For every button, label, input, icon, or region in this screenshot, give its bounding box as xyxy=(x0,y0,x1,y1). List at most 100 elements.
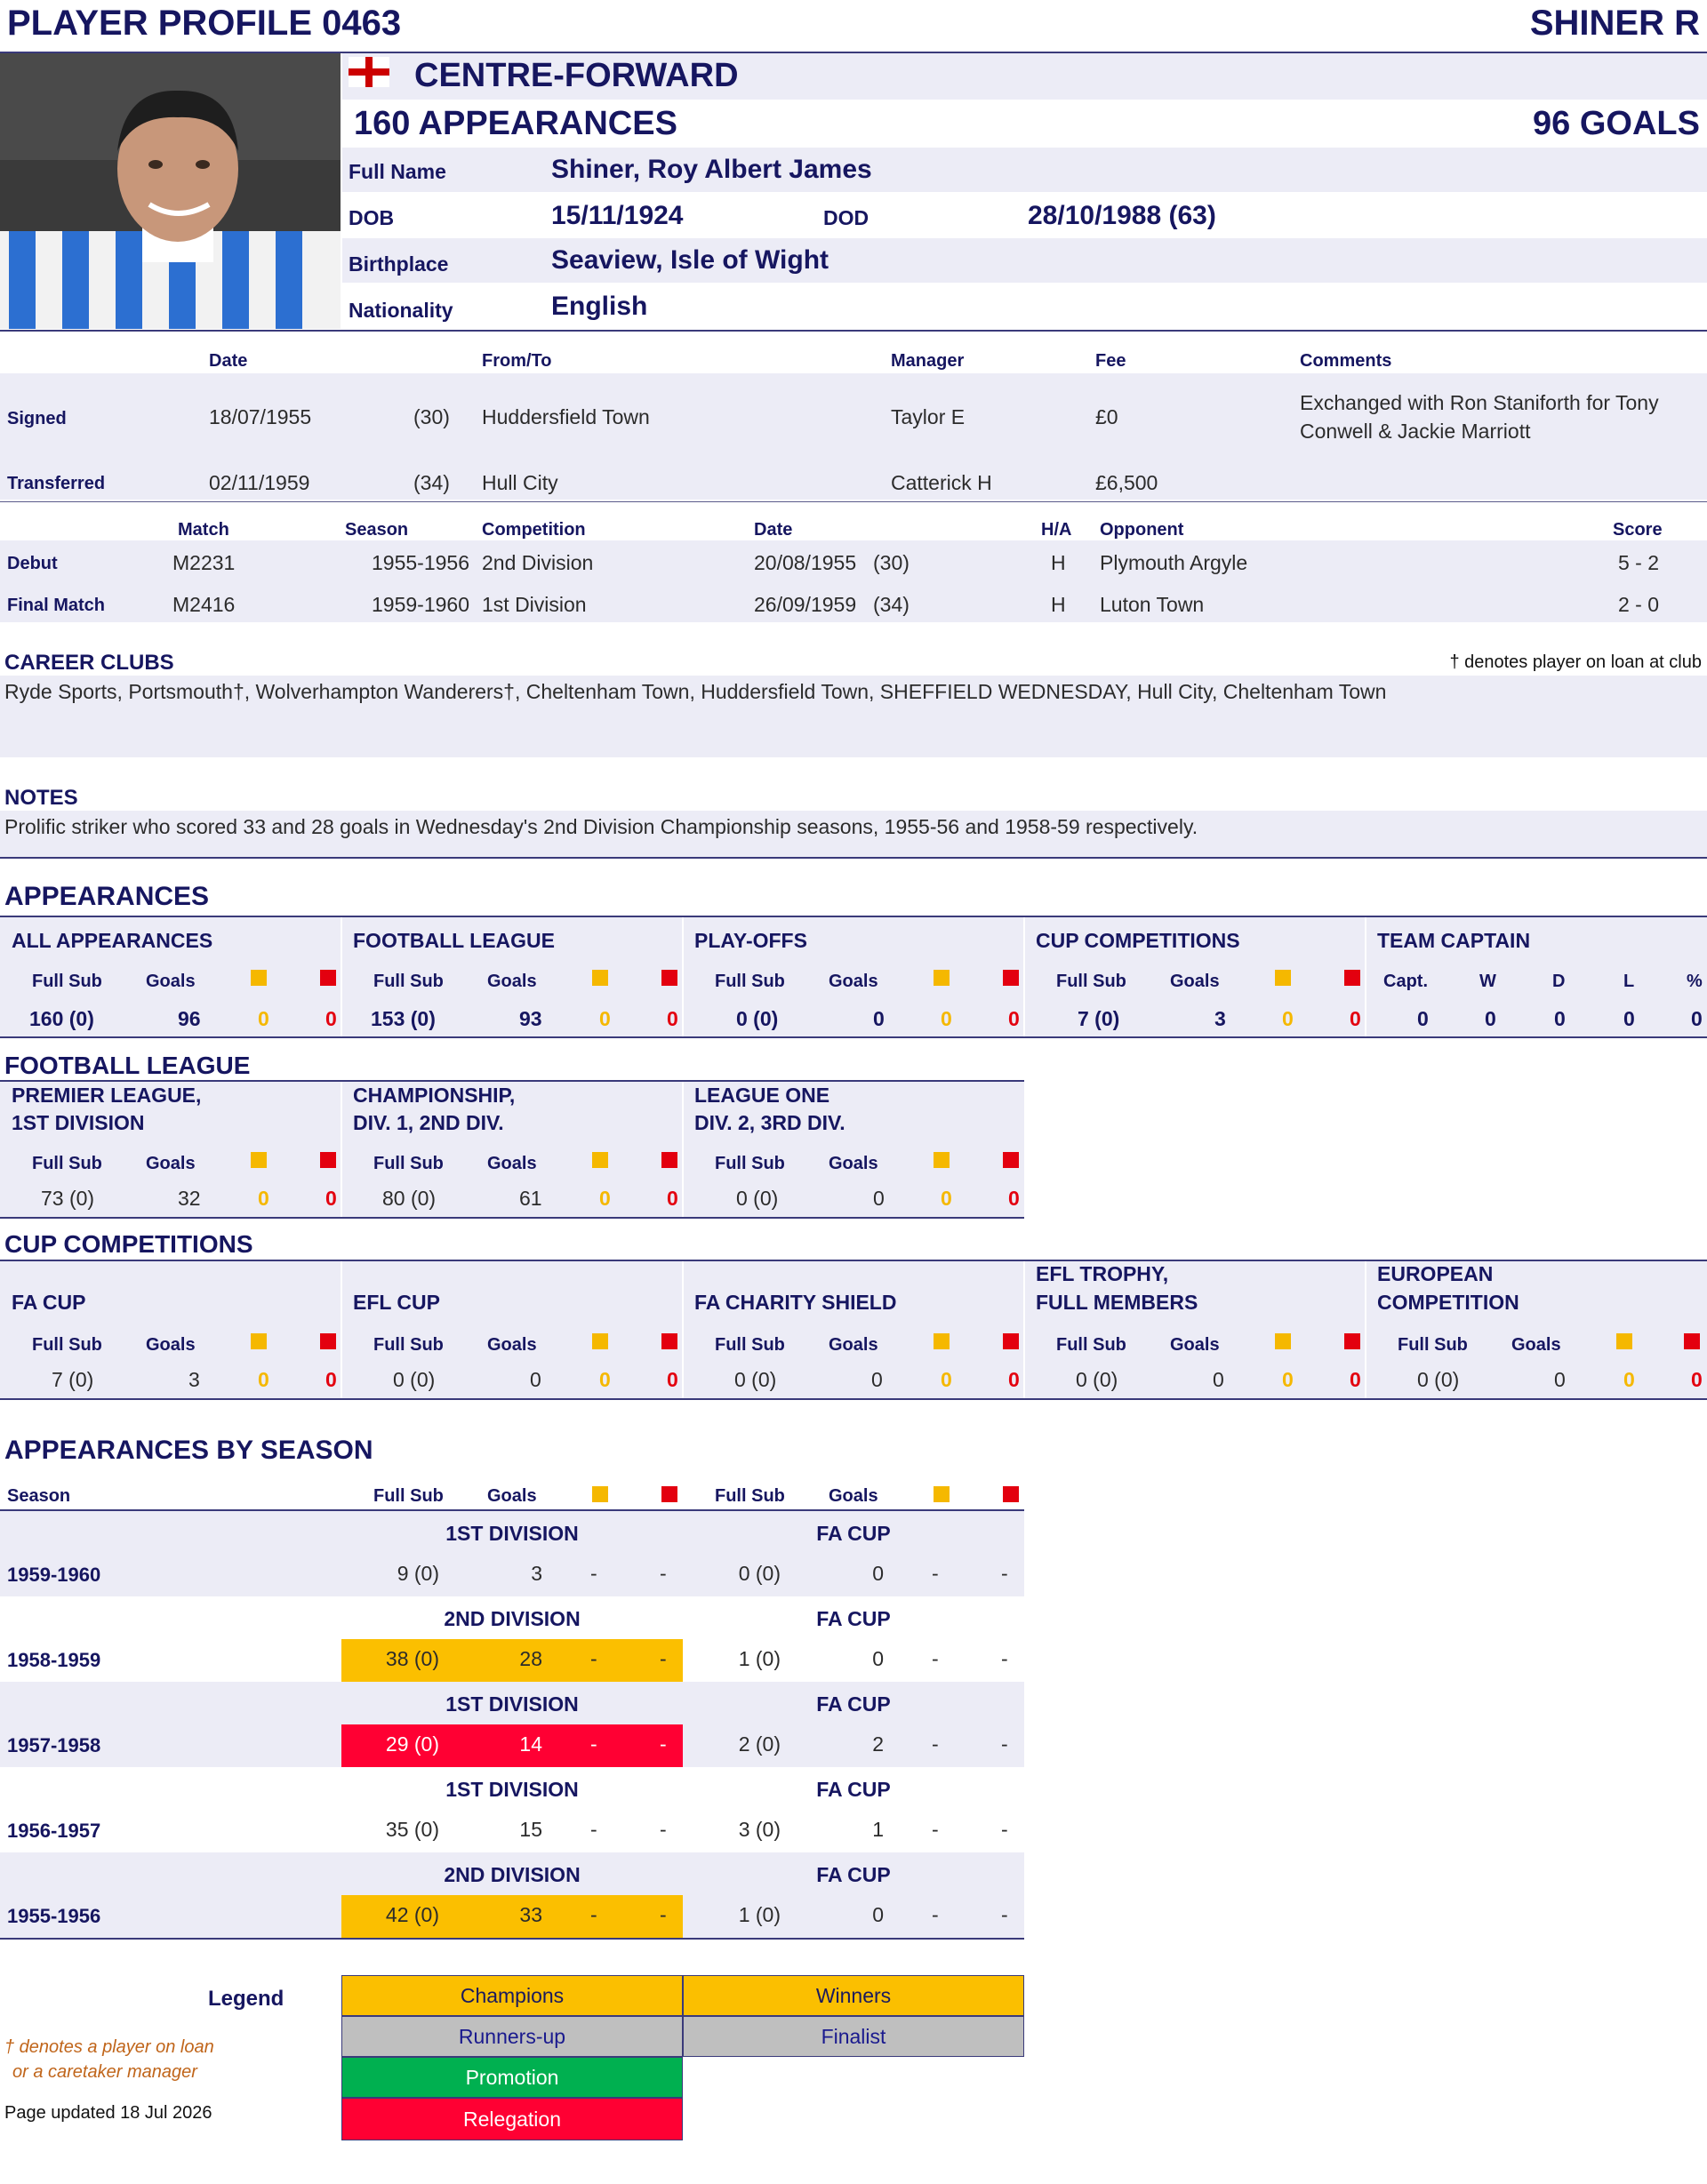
season-league-goals: 28 xyxy=(519,1647,542,1670)
cup-red-value: 0 xyxy=(1350,1007,1361,1030)
season-table-bottom-rule xyxy=(0,1938,1024,1940)
fl-goals-value: 93 xyxy=(519,1007,542,1030)
transfer-out-manager: Catterick H xyxy=(891,471,992,494)
captain-col-w: W xyxy=(1479,972,1496,991)
cup-yellow-value: 0 xyxy=(1282,1007,1294,1030)
legend-loan-note: † denotes a player on loan xyxy=(4,2037,214,2057)
fl-red-value: 0 xyxy=(667,1007,678,1030)
cup-4-goals: 0 xyxy=(1213,1368,1224,1391)
debut-age: (30) xyxy=(873,551,910,574)
season-league-name: 2ND DIVISION xyxy=(444,1607,581,1630)
final-match-label: Final Match xyxy=(7,596,106,615)
cup-4-apps: 0 (0) xyxy=(1076,1368,1118,1391)
player-photo xyxy=(0,53,341,329)
league-3-red: 0 xyxy=(1008,1187,1020,1210)
league-1-goals: 32 xyxy=(178,1187,201,1210)
debut-ha: H xyxy=(1051,551,1066,574)
dob: 15/11/1924 xyxy=(551,201,684,230)
transfer-out-fee: £6,500 xyxy=(1095,471,1158,494)
season-league-name: 1ST DIVISION xyxy=(445,1692,579,1716)
season-col-label: Season xyxy=(7,1486,71,1506)
transfer-signed-manager: Taylor E xyxy=(891,405,966,428)
england-flag-icon xyxy=(349,57,389,87)
season-label: 1955-1956 xyxy=(7,1905,101,1927)
final-competition: 1st Division xyxy=(482,593,587,616)
debut-label: Debut xyxy=(7,554,58,573)
cup-4-yellow: 0 xyxy=(1282,1368,1294,1391)
cup-1-yellow: 0 xyxy=(258,1368,269,1391)
season-league-goals: 15 xyxy=(519,1818,542,1841)
league-section-title: FOOTBALL LEAGUE xyxy=(4,1052,251,1079)
legend-runners-up: Runners-up xyxy=(341,2016,683,2057)
league-1-col-fullsub: Full Sub xyxy=(32,1154,102,1173)
cup-apps-title: CUP COMPETITIONS xyxy=(1036,929,1240,952)
legend-champions: Champions xyxy=(341,1975,683,2016)
all-red-value: 0 xyxy=(325,1007,337,1030)
transfer-header-manager: Manager xyxy=(891,351,965,371)
cup-5-col-goals: Goals xyxy=(1511,1335,1561,1355)
season-league-apps: 29 (0) xyxy=(385,1732,439,1756)
red-card-icon xyxy=(1684,1333,1700,1349)
legend-promotion: Promotion xyxy=(341,2057,683,2098)
legend-title: Legend xyxy=(208,1987,284,2011)
match-header-match: Match xyxy=(178,520,229,540)
match-header-ha: H/A xyxy=(1041,520,1072,540)
league-3-title: LEAGUE ONE xyxy=(694,1084,830,1107)
season-league-yellow: - xyxy=(590,1903,597,1926)
cup-5-col-fullsub: Full Sub xyxy=(1398,1335,1468,1355)
fl-col-fullsub: Full Sub xyxy=(373,972,444,991)
league-2-subtitle: DIV. 1, 2ND DIV. xyxy=(353,1111,504,1134)
po-col-goals: Goals xyxy=(829,972,878,991)
cup-3-yellow: 0 xyxy=(941,1368,952,1391)
red-card-icon xyxy=(661,1152,677,1168)
birthplace-label: Birthplace xyxy=(349,252,449,276)
final-opponent: Luton Town xyxy=(1100,593,1205,616)
final-match-id: M2416 xyxy=(172,593,236,616)
po-yellow-value: 0 xyxy=(941,1007,952,1030)
season-col-league-fullsub: Full Sub xyxy=(373,1486,444,1506)
legend-winners: Winners xyxy=(683,1975,1024,2016)
league-2-col-fullsub: Full Sub xyxy=(373,1154,444,1173)
page-title: PLAYER PROFILE 0463 xyxy=(7,4,402,43)
final-age: (34) xyxy=(873,593,910,616)
red-card-icon xyxy=(1344,970,1360,986)
season-league-goals: 33 xyxy=(519,1903,542,1926)
season-cup-apps: 3 (0) xyxy=(738,1818,781,1841)
appearances-title: APPEARANCES xyxy=(4,882,210,911)
season-league-yellow: - xyxy=(590,1562,597,1585)
cup-1-red: 0 xyxy=(325,1368,337,1391)
red-card-icon xyxy=(661,970,677,986)
season-col-league-goals: Goals xyxy=(487,1486,537,1506)
cup-apps-value: 7 (0) xyxy=(1078,1007,1120,1030)
season-cup-red: - xyxy=(1001,1647,1008,1670)
all-goals-value: 96 xyxy=(178,1007,201,1030)
season-cup-name: FA CUP xyxy=(816,1522,891,1545)
season-cup-red: - xyxy=(1001,1732,1008,1756)
season-cup-yellow: - xyxy=(932,1562,939,1585)
yellow-card-icon xyxy=(251,1152,267,1168)
season-cup-name: FA CUP xyxy=(816,1778,891,1801)
transfer-header-comments: Comments xyxy=(1300,351,1392,371)
captain-col-d: D xyxy=(1552,972,1566,991)
debut-competition: 2nd Division xyxy=(482,551,594,574)
season-league-goals: 14 xyxy=(519,1732,542,1756)
cup-2-apps: 0 (0) xyxy=(393,1368,436,1391)
cup-4-title: EFL TROPHY, xyxy=(1036,1262,1169,1285)
cup-1-goals: 3 xyxy=(188,1368,200,1391)
season-cup-red: - xyxy=(1001,1562,1008,1585)
season-league-red: - xyxy=(660,1562,667,1585)
season-league-apps: 9 (0) xyxy=(397,1562,439,1585)
league-3-subtitle: DIV. 2, 3RD DIV. xyxy=(694,1111,845,1134)
captain-value-d: 0 xyxy=(1554,1007,1566,1030)
fl-apps-title: FOOTBALL LEAGUE xyxy=(353,929,556,952)
season-cup-name: FA CUP xyxy=(816,1692,891,1716)
dod: 28/10/1988 (63) xyxy=(1028,201,1216,230)
debut-date: 20/08/1955 xyxy=(754,551,857,574)
transfer-signed-age: (30) xyxy=(413,405,450,428)
position: CENTRE-FORWARD xyxy=(414,57,739,94)
appearances-total: 160 APPEARANCES xyxy=(354,105,677,142)
season-cup-yellow: - xyxy=(932,1818,939,1841)
yellow-card-icon xyxy=(251,970,267,986)
po-apps-title: PLAY-OFFS xyxy=(694,929,807,952)
league-2-goals: 61 xyxy=(519,1187,542,1210)
